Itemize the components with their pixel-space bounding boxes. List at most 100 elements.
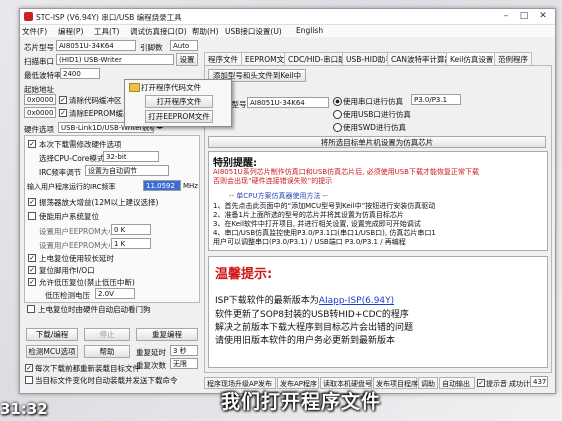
minimize-icon[interactable]: – (498, 11, 514, 22)
reload-checkbox[interactable]: ✓ (25, 364, 33, 372)
opt-resetio-label: 复位脚用作I/O口 (39, 266, 95, 275)
open-program-file-button[interactable]: 打开程序文件 (145, 95, 213, 108)
opt-reset-checkbox[interactable] (28, 212, 36, 220)
menu-debug[interactable]: 调试仿真接口(D) (130, 26, 187, 37)
beep-checkbox[interactable]: ✓ (477, 379, 485, 387)
pin-select[interactable]: Auto (170, 40, 198, 51)
opt-freq-input[interactable]: 11.0592 (143, 180, 181, 191)
window-title: STC-ISP (V6.94Y) 串口/USB 编程烧录工具 (36, 13, 182, 22)
close-icon[interactable]: ✕ (535, 11, 551, 22)
keil-sim-panel: 添加型号和头文件到Keil中 单片机型号 AI8051U-34K64 使用串口进… (204, 65, 552, 373)
opt-wdt-checkbox[interactable] (27, 305, 35, 313)
video-caption: 我们打开程序文件 (221, 391, 382, 413)
status-debug[interactable]: 调助 (418, 377, 438, 389)
radio-usb[interactable] (333, 110, 342, 119)
opt-eeprom1-select[interactable]: 0 K (111, 224, 151, 235)
tip-line-3: 请使用旧版本软件的用户务必更新到最新版本 (215, 336, 396, 346)
tab-examples[interactable]: 范例程序 (494, 52, 532, 65)
opt-freq-unit: MHz (183, 182, 198, 190)
tab-program-file[interactable]: 程序文件 (204, 52, 242, 65)
steps-title: -- 单CPU方案仿真器使用方法 -- (229, 192, 328, 200)
menu-bar: 文件(F) 编程(P) 工具(T) 调试仿真接口(D) 帮助(H) USB接口设… (20, 25, 555, 37)
opt-reset-label: 使能用户系统复位 (39, 212, 99, 221)
radio-swd[interactable] (333, 123, 342, 132)
opt-modify-checkbox[interactable]: ✓ (28, 140, 36, 148)
settings-button[interactable]: 设置 (176, 53, 198, 66)
app-icon (24, 12, 33, 21)
radio-serial-label: 使用串口进行仿真 (343, 97, 403, 106)
tip-version-link[interactable]: AIapp-ISP(6.94Y) (319, 296, 394, 306)
opt-lvr-label: 允许低压复位(禁止低压中断) (39, 278, 135, 287)
open-file-menu: 打开程序代码文件 打开程序文件 打开EEPROM文件 (124, 79, 232, 127)
opt-longdelay-checkbox[interactable]: ✓ (28, 254, 36, 262)
tip-prefix: ISP下载软件的最新版本为 (215, 296, 319, 306)
beep-label: 提示音 (486, 380, 507, 388)
menu-help[interactable]: 帮助(H) (192, 26, 219, 37)
pin-label: 引脚数 (140, 43, 163, 52)
repeat-count-label: 重复次数 (136, 361, 166, 370)
radio-serial[interactable] (333, 97, 342, 106)
set-sim-chip-button[interactable]: 将所选目标单片机设置为仿真芯片 (208, 136, 546, 148)
step-3: 3、在Keil软件中打开项目, 并进行相关设置, 设置完成即可开始调试 (213, 220, 421, 228)
hw-options-panel: ✓ 本次下载需修改硬件选项 选择CPU-Core模式 32-bit IRC频率调… (24, 135, 200, 303)
status-auto-output[interactable]: 自动输出 (439, 377, 475, 389)
hw-label: 硬件选项 (24, 125, 54, 134)
opt-gain-checkbox[interactable]: ✓ (28, 198, 36, 206)
opt-freq-label: 输入用户程序运行的IRC频率 (27, 183, 116, 191)
opt-wdt-label: 上电复位时由硬件自动启动看门狗 (38, 305, 151, 314)
sim-port-select[interactable]: P3.0/P3.1 (411, 94, 461, 105)
opt-cpu-label: 选择CPU-Core模式 (39, 154, 105, 163)
baud-select[interactable]: 2400 (60, 68, 100, 79)
menu-program[interactable]: 编程(P) (58, 26, 83, 37)
opt-modify-label: 本次下载需修改硬件选项 (39, 140, 122, 149)
port-select[interactable]: (HID1) USB-Writer (56, 54, 174, 65)
step-2: 2、准备1片上面所选的型号的芯片并将其设置为仿真目标芯片 (213, 211, 404, 219)
radio-usb-label: 使用USB口进行仿真 (343, 110, 411, 119)
chip-select[interactable]: AI8051U-34K64 (56, 40, 136, 51)
addr-eeprom-field[interactable]: 0x0000 (24, 107, 56, 118)
opt-eeprom2-label: 设置用户EEPROM大小 (39, 241, 116, 250)
opt-lvd-select[interactable]: 2.0V (95, 288, 135, 299)
open-folder-icon (129, 83, 140, 92)
baud-label: 最低波特率 (24, 71, 62, 80)
app-window: STC-ISP (V6.94Y) 串口/USB 编程烧录工具 – □ ✕ 文件(… (19, 8, 556, 394)
open-eeprom-file-button[interactable]: 打开EEPROM文件 (145, 110, 213, 123)
notice-box: 特别提醒: AI8051U系列芯片制作仿真口和USB仿真芯片后, 必须使用USB… (208, 151, 548, 251)
open-menu-heading: 打开程序代码文件 (141, 83, 201, 92)
notice-title: 特别提醒: (213, 158, 257, 169)
menu-tools[interactable]: 工具(T) (94, 26, 119, 37)
autoload-checkbox[interactable] (25, 376, 33, 384)
opt-eeprom1-label: 设置用户EEPROM大小 (39, 227, 116, 236)
clear-code-checkbox[interactable]: ✓ (59, 96, 67, 104)
repeat-delay-label: 重复延时 (136, 348, 166, 357)
menu-usb[interactable]: USB接口设置(U) (225, 26, 282, 37)
repeat-delay-select[interactable]: 3 秒 (170, 345, 198, 356)
sim-chip-select[interactable]: AI8051U-34K64 (247, 97, 329, 108)
autoload-label: 当目标文件变化时自动装载并发送下载命令 (35, 376, 178, 385)
menu-file[interactable]: 文件(F) (22, 26, 47, 37)
detect-button[interactable]: 检测MCU选项 (26, 345, 78, 358)
tab-keil-sim[interactable]: Keil仿真设置 (446, 52, 498, 65)
opt-resetio-checkbox[interactable]: ✓ (28, 266, 36, 274)
step-5: 用户可以调整串口(P3.0/P3.1) / USB端口 P3.0/P3.1 / … (213, 238, 406, 246)
tip-box: 温馨提示: ISP下载软件的最新版本为AIapp-ISP(6.94Y) 软件更新… (208, 256, 548, 368)
opt-cpu-select[interactable]: 32-bit (103, 151, 159, 162)
success-count-value: 437 (530, 376, 548, 387)
opt-irc-label: IRC频率调节 (39, 168, 82, 177)
stop-button[interactable]: 停止 (84, 328, 130, 341)
opt-lvr-checkbox[interactable]: ✓ (28, 278, 36, 286)
title-bar: STC-ISP (V6.94Y) 串口/USB 编程烧录工具 – □ ✕ (20, 9, 555, 25)
help-button[interactable]: 帮助 (84, 345, 130, 358)
maximize-icon[interactable]: □ (516, 11, 532, 22)
download-button[interactable]: 下载/编程 (26, 328, 78, 341)
opt-irc-select[interactable]: 设置为自动调节 (85, 165, 169, 176)
reprogram-button[interactable]: 重复编程 (136, 328, 198, 341)
addr-code-field[interactable]: 0x0000 (24, 94, 56, 105)
chip-label: 芯片型号 (24, 43, 54, 52)
opt-eeprom2-select[interactable]: 1 K (111, 238, 151, 249)
step-1: 1、首先点击此页面中的“添加MCU型号到Keil中”按钮进行安装仿真驱动 (213, 202, 436, 210)
notice-line-2: 否则会出现“硬件连接错误失败”的提示 (213, 177, 333, 185)
repeat-count-select[interactable]: 无限 (170, 358, 198, 369)
clear-eeprom-checkbox[interactable]: ✓ (59, 109, 67, 117)
menu-english[interactable]: English (296, 26, 323, 35)
